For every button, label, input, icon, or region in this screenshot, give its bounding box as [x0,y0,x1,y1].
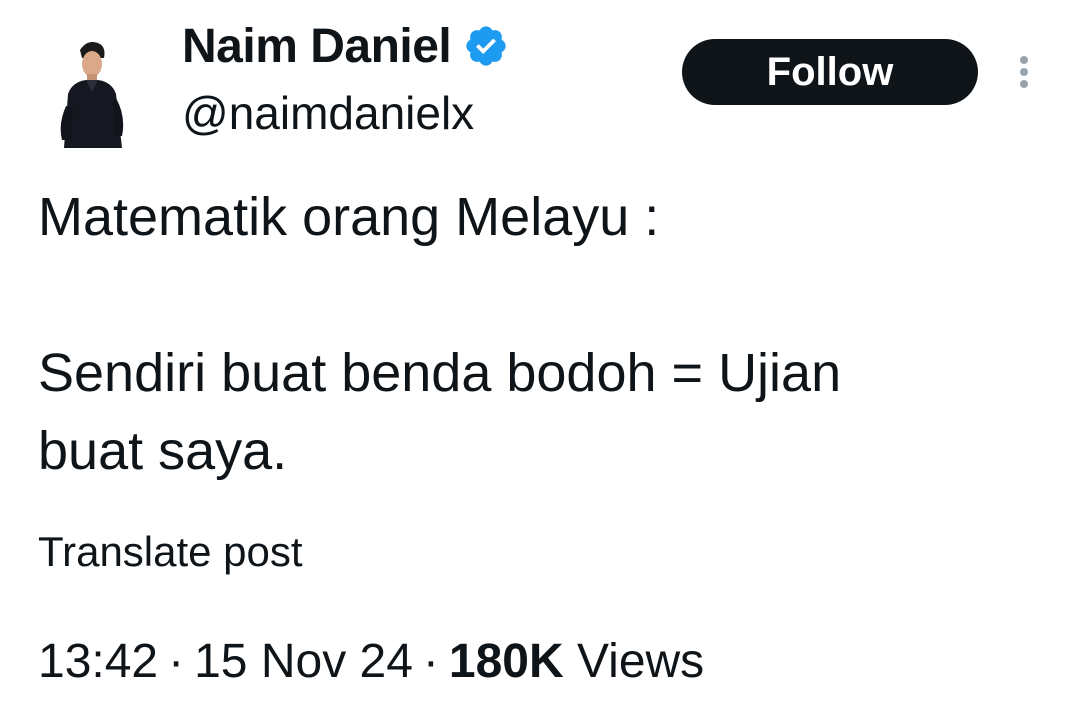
translate-post-link[interactable]: Translate post [38,528,303,576]
tweet-time[interactable]: 13:42 [38,635,158,688]
views-label: Views [577,635,705,688]
views-count: 180K [448,635,564,688]
author-handle[interactable]: @naimdanielx [182,86,474,140]
follow-button[interactable]: Follow [682,39,978,105]
tweet-line: Matematik orang Melayu : [38,187,660,247]
tweet-date[interactable]: 15 Nov 24 [194,635,413,688]
more-vertical-icon[interactable] [1014,54,1034,90]
display-name[interactable]: Naim Daniel [182,19,452,74]
meta-separator: · [422,635,439,688]
avatar[interactable] [42,36,144,148]
avatar-image [60,42,124,148]
tweet-meta: 13:42 · 15 Nov 24 · 180K Views [38,634,704,689]
meta-separator: · [168,635,185,688]
tweet-text: Matematik orang Melayu : Sendiri buat be… [38,178,1038,490]
tweet-line: Sendiri buat benda bodoh = Ujian [38,343,842,403]
tweet-line: buat saya. [38,421,288,481]
verified-badge-icon[interactable] [463,23,509,69]
author-name-row[interactable]: Naim Daniel [182,18,509,74]
